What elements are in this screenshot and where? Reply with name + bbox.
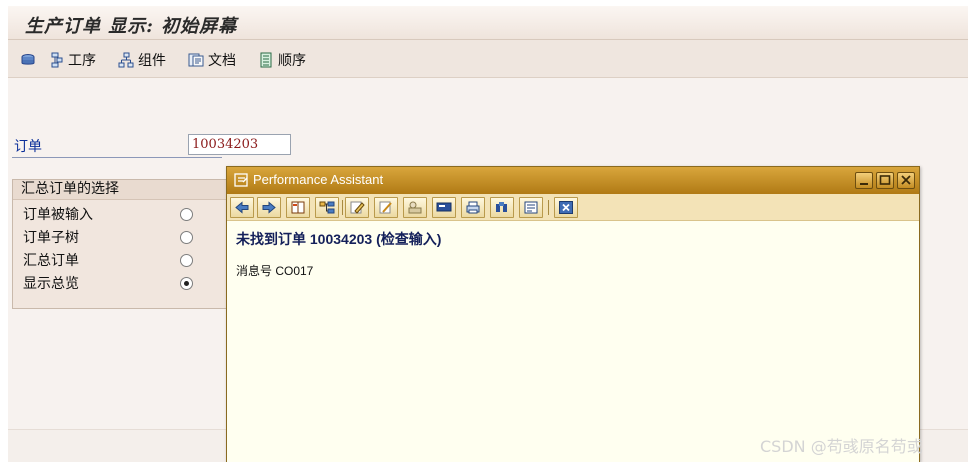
maximize-button[interactable]: [876, 172, 894, 189]
application-toolbar: 工序 组件 文档 顺序: [8, 40, 968, 78]
edit-button[interactable]: [345, 197, 369, 218]
technical-info-button[interactable]: [374, 197, 398, 218]
summary-order-selection-group: 汇总订单的选择 订单被输入 订单子树 汇总订单 显示总览: [12, 179, 234, 309]
minimize-button[interactable]: [855, 172, 873, 189]
display-mode-button[interactable]: [432, 197, 456, 218]
radio-row-order-subtree[interactable]: 订单子树: [23, 227, 223, 247]
toolbar-sequences-label: 顺序: [278, 53, 306, 69]
toolbar-separator: [342, 200, 343, 215]
technical-info-icon: [379, 201, 392, 214]
order-label: 订单: [14, 139, 42, 155]
coin-stack-icon: [21, 54, 35, 65]
print-icon: [466, 201, 480, 214]
dialog-message-heading: 未找到订单 10034203 (检查输入): [236, 231, 442, 247]
dialog-message-number: 消息号 CO017: [236, 264, 314, 278]
radio-label: 订单被输入: [23, 207, 93, 223]
radio-order-entered[interactable]: [180, 208, 193, 221]
print-button[interactable]: [461, 197, 485, 218]
find-icon: [496, 202, 507, 212]
structure-button[interactable]: [315, 197, 339, 218]
radio-row-summary-order[interactable]: 汇总订单: [23, 250, 223, 270]
toolbar-components-label: 组件: [138, 53, 166, 69]
document-icon: [188, 53, 204, 67]
edit-pencil-icon: [350, 201, 365, 214]
order-label-underline: [12, 157, 222, 158]
component-tree-icon: [118, 52, 134, 68]
dialog-toolbar: [227, 194, 919, 221]
toolbar-coins-button[interactable]: [20, 50, 36, 70]
minimize-icon: [860, 183, 868, 185]
radio-label: 汇总订单: [23, 253, 79, 269]
title-bar: 生产订单 显示: 初始屏幕: [8, 6, 968, 40]
page-title: 生产订单 显示: 初始屏幕: [25, 16, 238, 37]
sequence-icon: [260, 52, 272, 68]
forward-button[interactable]: [257, 197, 281, 218]
back-arrow-icon: [235, 201, 249, 214]
radio-summary-order[interactable]: [180, 254, 193, 267]
close-button[interactable]: [897, 172, 915, 189]
radio-order-subtree[interactable]: [180, 231, 193, 244]
maximize-icon: [879, 175, 891, 185]
operation-icon: [51, 52, 63, 68]
tree-structure-icon: [319, 201, 335, 214]
toolbar-separator: [548, 200, 549, 215]
find-button[interactable]: [490, 197, 514, 218]
performance-assistant-dialog: Performance Assistant 未找到订单 10034203 (检查…: [226, 166, 920, 462]
close-window-button[interactable]: [554, 197, 578, 218]
order-input[interactable]: 10034203: [188, 134, 291, 155]
radio-row-order-entered[interactable]: 订单被输入: [23, 204, 223, 224]
group-title: 汇总订单的选择: [13, 180, 233, 200]
toolbar-operations-button[interactable]: 工序: [48, 50, 96, 70]
close-window-icon: [559, 201, 573, 214]
watermark: CSDN @苟彧原名苟或: [760, 437, 923, 456]
book-button[interactable]: [286, 197, 310, 218]
close-icon: [901, 175, 911, 185]
toolbar-documents-label: 文档: [208, 53, 236, 69]
radio-label: 订单子树: [23, 230, 79, 246]
back-button[interactable]: [230, 197, 254, 218]
toolbar-components-button[interactable]: 组件: [118, 50, 166, 70]
radio-label: 显示总览: [23, 276, 79, 292]
page-layout-button[interactable]: [519, 197, 543, 218]
radio-display-overview[interactable]: [180, 277, 193, 290]
toolbar-operations-label: 工序: [68, 53, 96, 69]
toolbar-sequences-button[interactable]: 顺序: [258, 50, 306, 70]
book-icon: [291, 201, 305, 214]
toolbar-documents-button[interactable]: 文档: [188, 50, 236, 70]
page-layout-icon: [524, 201, 538, 214]
settings-icon: [408, 201, 422, 214]
radio-row-display-overview[interactable]: 显示总览: [23, 273, 223, 293]
display-mode-icon: [436, 202, 452, 212]
dialog-title-bar[interactable]: Performance Assistant: [227, 167, 919, 194]
dialog-title: Performance Assistant: [253, 172, 384, 187]
forward-arrow-icon: [262, 201, 276, 214]
settings-button[interactable]: [403, 197, 427, 218]
help-window-icon: [234, 173, 248, 187]
